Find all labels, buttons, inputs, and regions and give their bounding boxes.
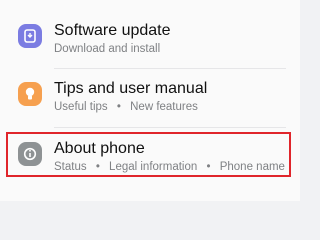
settings-item-software-update[interactable]: Software update Download and install <box>6 13 294 67</box>
subtitle-part: Useful tips <box>54 101 108 113</box>
item-subtitle: Download and install <box>54 43 161 55</box>
selection-highlight <box>6 132 291 177</box>
item-title: Software update <box>54 22 171 39</box>
lightbulb-icon <box>18 82 42 106</box>
settings-list: Software update Download and install Tip… <box>0 0 300 201</box>
item-title: Tips and user manual <box>54 80 208 97</box>
software-update-icon <box>18 24 42 48</box>
divider <box>54 68 286 69</box>
divider <box>54 127 286 128</box>
subtitle-part: New features <box>130 101 198 113</box>
item-subtitle: Useful tips • New features <box>54 100 198 114</box>
separator-dot: • <box>116 101 121 113</box>
settings-item-tips-and-user-manual[interactable]: Tips and user manual Useful tips • New f… <box>6 71 294 125</box>
